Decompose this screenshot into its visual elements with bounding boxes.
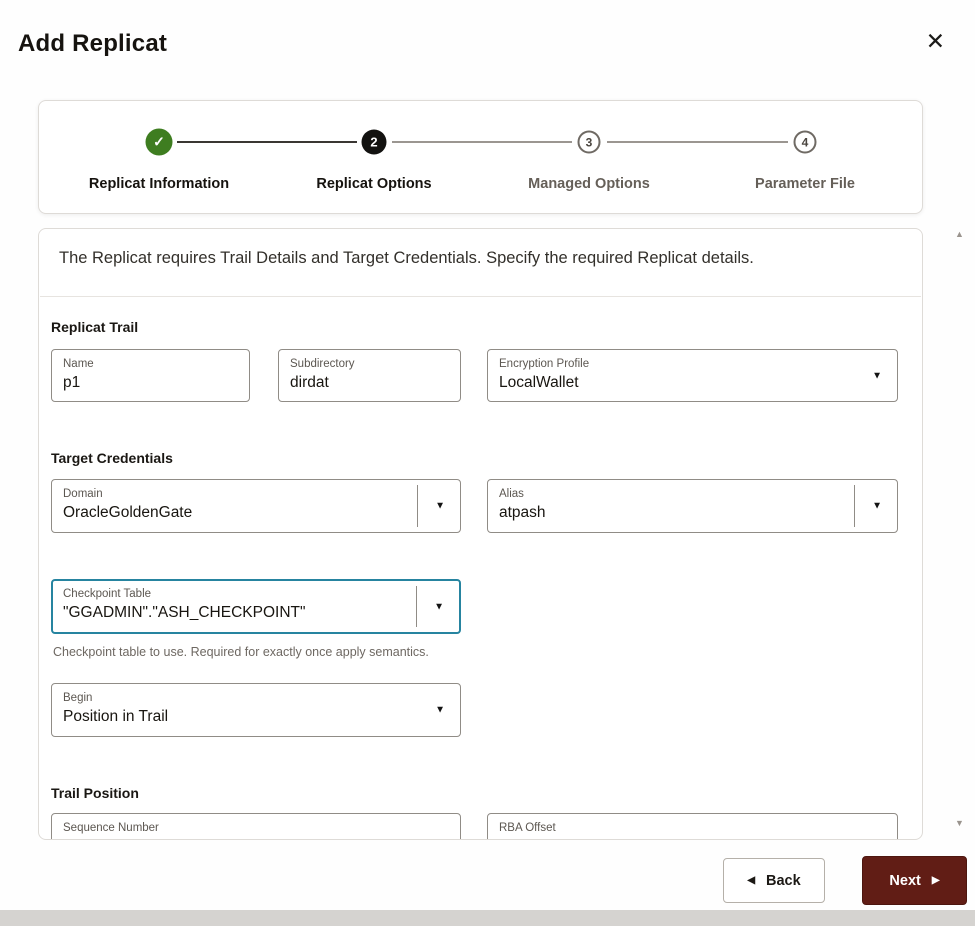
next-button-label: Next [889, 872, 921, 889]
rba-offset-field[interactable]: RBA Offset [487, 813, 898, 839]
next-button[interactable]: Next ▶ [862, 856, 967, 905]
domain-field-label: Domain [63, 488, 103, 500]
step-connector-1 [177, 141, 357, 143]
step-label-replicat-information: Replicat Information [88, 176, 230, 192]
encryption-profile-label: Encryption Profile [499, 358, 590, 370]
replicat-trail-heading: Replicat Trail [51, 319, 139, 335]
encryption-profile-value: LocalWallet [499, 374, 579, 391]
trail-position-heading: Trail Position [51, 785, 139, 801]
subdirectory-field-value: dirdat [290, 374, 329, 391]
step-label-parameter-file: Parameter File [755, 176, 855, 192]
step-connector-2 [392, 141, 572, 143]
domain-select[interactable]: Domain OracleGoldenGate ▼ [51, 479, 461, 533]
scrollbar-up-icon[interactable]: ▲ [955, 229, 964, 239]
back-button-label: Back [766, 872, 801, 889]
begin-field-value: Position in Trail [63, 708, 169, 725]
checkpoint-table-help-text: Checkpoint table to use. Required for ex… [53, 645, 429, 659]
next-arrow-icon: ▶ [931, 874, 940, 886]
form-content-panel: The Replicat requires Trail Details and … [38, 228, 923, 840]
form-description: The Replicat requires Trail Details and … [59, 249, 754, 267]
begin-select[interactable]: Begin Position in Trail ▼ [51, 683, 461, 737]
back-arrow-icon: ◀ [747, 874, 756, 886]
encryption-profile-select[interactable]: Encryption Profile LocalWallet ▼ [487, 349, 898, 402]
alias-field-value: atpash [499, 504, 546, 521]
checkpoint-table-select[interactable]: Checkpoint Table "GGADMIN"."ASH_CHECKPOI… [51, 579, 461, 634]
domain-field-value: OracleGoldenGate [63, 504, 193, 521]
section-divider [40, 296, 921, 297]
target-credentials-heading: Target Credentials [51, 450, 173, 466]
checkpoint-table-value: "GGADMIN"."ASH_CHECKPOINT" [63, 604, 306, 621]
begin-field-label: Begin [63, 692, 93, 704]
name-field-label: Name [63, 358, 94, 370]
dropdown-divider [417, 485, 418, 527]
step-complete-check-icon: ✓ [145, 128, 173, 156]
rba-offset-label: RBA Offset [499, 822, 556, 834]
dialog-title: Add Replicat [18, 30, 168, 57]
dropdown-arrow-icon[interactable]: ▼ [435, 501, 445, 512]
name-field-value: p1 [63, 374, 81, 391]
alias-field-label: Alias [499, 488, 524, 500]
back-button[interactable]: ◀ Back [723, 858, 825, 903]
dropdown-arrow-icon[interactable]: ▼ [435, 705, 445, 716]
sequence-number-field[interactable]: Sequence Number [51, 813, 461, 839]
subdirectory-field[interactable]: Subdirectory dirdat [278, 349, 461, 402]
step-number-2: 2 [361, 129, 387, 155]
step-number-3: 3 [577, 130, 601, 154]
step-label-managed-options: Managed Options [528, 176, 650, 192]
scrollbar-down-icon[interactable]: ▼ [955, 818, 964, 828]
sequence-number-label: Sequence Number [63, 822, 159, 834]
add-replicat-dialog: Add Replicat ✕ ✓ Replicat Information 2 … [0, 0, 975, 926]
name-field[interactable]: Name p1 [51, 349, 250, 402]
alias-select[interactable]: Alias atpash ▼ [487, 479, 898, 533]
dropdown-arrow-icon[interactable]: ▼ [434, 601, 444, 612]
wizard-stepper: ✓ Replicat Information 2 Replicat Option… [38, 100, 923, 214]
dropdown-divider [416, 586, 417, 627]
dropdown-arrow-icon[interactable]: ▼ [872, 501, 882, 512]
page-bottom-scrollbar[interactable] [0, 910, 975, 926]
step-label-replicat-options: Replicat Options [316, 176, 432, 192]
step-connector-3 [607, 141, 788, 143]
dropdown-divider [854, 485, 855, 527]
subdirectory-field-label: Subdirectory [290, 358, 355, 370]
checkpoint-table-label: Checkpoint Table [63, 588, 152, 600]
step-number-4: 4 [793, 130, 817, 154]
close-icon[interactable]: ✕ [926, 30, 945, 53]
dropdown-arrow-icon[interactable]: ▼ [872, 370, 882, 381]
